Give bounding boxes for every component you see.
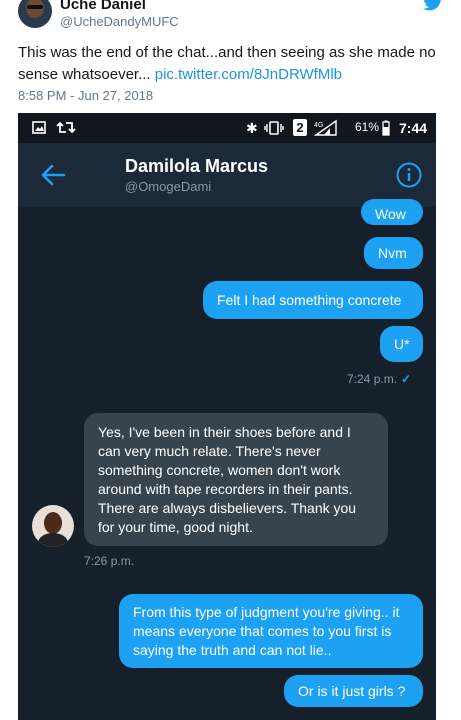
signal-icon: 4G bbox=[314, 119, 337, 136]
status-bar: ✱ 2 4G 61% 7:44 bbox=[18, 113, 436, 143]
read-receipt: 7:24 p.m. ✓ bbox=[347, 372, 411, 386]
vibrate-icon bbox=[264, 121, 284, 135]
message-time: 7:24 p.m. bbox=[347, 372, 398, 386]
message-bubble-outgoing[interactable]: Or is it just girls ? bbox=[284, 675, 423, 707]
contact-name[interactable]: Damilola Marcus bbox=[125, 156, 268, 177]
contact-avatar[interactable] bbox=[32, 505, 74, 547]
tweet-media-link[interactable]: pic.twitter.com/8JnDRWfMlb bbox=[155, 66, 342, 83]
tweet-header: Uche Daniel @UcheDandyMUFC bbox=[0, 0, 461, 36]
conversation-header: Damilola Marcus @OmogeDami bbox=[18, 143, 436, 207]
author-avatar[interactable] bbox=[18, 0, 52, 28]
tweet-text: This was the end of the chat...and then … bbox=[18, 42, 448, 86]
status-time: 7:44 bbox=[399, 120, 428, 136]
dm-screenshot: ✱ 2 4G 61% 7:44 Damilola Marcus @OmogeDa… bbox=[18, 113, 436, 720]
author-handle[interactable]: @UcheDandyMUFC bbox=[60, 14, 179, 29]
checkmark-icon: ✓ bbox=[401, 372, 412, 386]
retweet-icon bbox=[56, 121, 76, 134]
contact-handle[interactable]: @OmogeDami bbox=[125, 179, 211, 194]
sim-badge: 2 bbox=[293, 119, 307, 136]
message-bubble-outgoing[interactable]: From this type of judgment you're giving… bbox=[119, 594, 423, 668]
message-time: 7:26 p.m. bbox=[84, 554, 135, 568]
battery-percent: 61% bbox=[355, 120, 380, 134]
back-arrow-icon[interactable] bbox=[40, 163, 66, 187]
battery-icon bbox=[382, 120, 390, 136]
svg-text:4G: 4G bbox=[314, 122, 323, 129]
bluetooth-icon: ✱ bbox=[246, 120, 258, 136]
gallery-icon bbox=[32, 121, 46, 134]
twitter-bird-icon[interactable] bbox=[422, 0, 444, 12]
author-name[interactable]: Uche Daniel bbox=[60, 0, 146, 13]
message-bubble-incoming[interactable]: Yes, I've been in their shoes before and… bbox=[84, 413, 388, 546]
message-bubble-outgoing[interactable]: U* bbox=[380, 326, 423, 362]
message-bubble-outgoing[interactable]: Wow bbox=[361, 199, 423, 225]
message-bubble-outgoing[interactable]: Felt I had something concrete bbox=[203, 281, 423, 319]
info-icon[interactable] bbox=[396, 162, 422, 188]
tweet-timestamp[interactable]: 8:58 PM - Jun 27, 2018 bbox=[18, 88, 153, 103]
message-bubble-outgoing[interactable]: Nvm bbox=[364, 237, 423, 269]
